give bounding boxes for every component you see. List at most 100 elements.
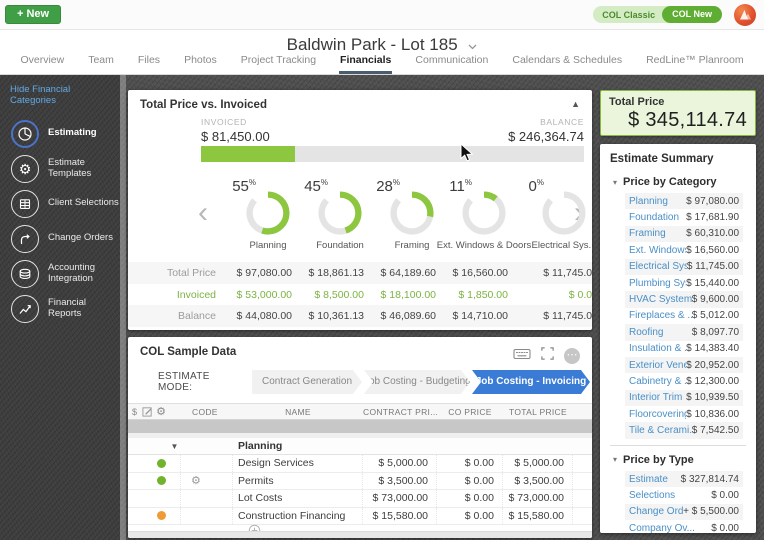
fullscreen-icon[interactable] [540,346,555,366]
summary-item-link[interactable]: Cabinetry & ... [629,376,686,387]
tab-photos[interactable]: Photos [183,54,218,74]
summary-item-value: $ 327,814.74 [680,473,739,485]
summary-item-link[interactable]: Framing [629,228,666,239]
sidebar-item-change-orders[interactable]: Change Orders [0,221,120,256]
comparison-value: $ 64,189.60 [380,266,436,279]
code-cell [181,455,233,472]
content-scrollbar[interactable] [120,75,126,540]
sidebar-item-label: Estimate Templates [48,157,92,179]
summary-item-link[interactable]: Foundation [629,212,679,223]
column-header-name[interactable]: NAME [233,407,363,417]
group-row-planning[interactable]: ▼ Planning [128,438,592,455]
price-column-icon[interactable]: $ [128,404,141,419]
tab-team[interactable]: Team [87,54,115,74]
summary-item-link[interactable]: Ext. Windows... [629,245,686,256]
item-name: Lot Costs [233,490,363,507]
summary-item-link[interactable]: Company Ov... [629,523,695,533]
edit-column-icon[interactable] [141,404,154,419]
summary-item-link[interactable]: Plumbing Sys... [629,278,686,289]
summary-item-link[interactable]: Floorcovering [629,409,686,420]
summary-item-link[interactable]: Change Orders [629,506,683,517]
horizontal-scrollbar[interactable] [128,531,592,538]
table-scroll-band[interactable] [128,420,592,433]
summary-row-foundation: Foundation $ 17,681.90 [625,209,743,225]
summary-item-value: $ 0.00 [711,522,739,533]
sidebar-item-estimating[interactable]: Estimating [0,116,120,151]
tab-calendars-schedules[interactable]: Calendars & Schedules [511,54,623,74]
column-header-contract-pri[interactable]: CONTRACT PRI... [363,407,437,417]
hide-financial-categories-link[interactable]: Hide Financial Categories [0,75,120,110]
summary-item-value: $ 5,012.00 [691,310,739,322]
col-view-toggle[interactable]: COL Classic COL New [593,6,722,23]
summary-item-link[interactable]: Fireplaces & ... [629,310,692,321]
more-options-icon[interactable]: ⋯ [564,348,580,364]
collapse-panel-icon[interactable]: ▲ [571,99,580,109]
tab-overview[interactable]: Overview [19,54,65,74]
table-row-design-services[interactable]: Design Services $ 5,000.00 $ 0.00 $ 5,000.0… [128,455,592,473]
project-dropdown-chevron-icon[interactable] [468,35,477,55]
co-price: $ 0.00 [437,472,503,489]
column-header-co-price[interactable]: CO PRICE [437,407,503,417]
carousel-prev-icon[interactable]: ‹ [198,198,208,228]
estimate-mode-step-job-costing-invoicing[interactable]: Job Costing - Invoicing [472,370,590,394]
tab-communication[interactable]: Communication [414,54,489,74]
toggle-option-new[interactable]: COL New [662,6,722,23]
keyboard-icon[interactable] [513,347,531,366]
comparison-value: $ 1,850.00 [458,288,508,301]
panel-title: Total Price vs. Invoiced [140,99,267,111]
summary-item-link[interactable]: HVAC System [629,294,692,305]
comparison-value: $ 14,710.00 [452,310,508,323]
new-button[interactable]: + New [5,5,62,24]
summary-item-link[interactable]: Insulation & ... [629,343,686,354]
category-label: Framing [394,240,430,251]
toggle-option-classic[interactable]: COL Classic [602,10,655,20]
row-gear-icon[interactable]: ⚙ [181,474,201,487]
category-label: Planning [249,240,287,251]
tab-financials[interactable]: Financials [339,54,393,74]
group-collapse-caret[interactable]: ▼ [168,442,181,451]
code-cell [181,507,233,524]
summary-item-link[interactable]: Exterior Vene... [629,360,686,371]
summary-item-link[interactable]: Electrical Sys... [629,261,687,272]
sidebar-item-client-selections[interactable]: Client Selections [0,186,120,221]
sidebar-item-accounting-integration[interactable]: Accounting Integration [0,256,120,291]
summary-item-link[interactable]: Estimate [629,474,668,485]
section-header-price-by-type[interactable]: ▾ Price by Type [600,448,756,470]
summary-item-link[interactable]: Roofing [629,327,663,338]
comparison-value: $ 97,080.00 [236,266,292,279]
summary-item-link[interactable]: Interior Trim ... [629,392,686,403]
table-row-permits[interactable]: ⚙ Permits $ 3,500.00 $ 0.00 $ 3,500.00 [128,472,592,490]
summary-item-link[interactable]: Tile & Cerami... [629,425,692,436]
summary-item-link[interactable]: Selections [629,490,675,501]
settings-column-icon[interactable]: ⚙ [154,404,168,419]
summary-item-value: $ 9,600.00 [691,294,739,306]
tab-redline-planroom[interactable]: RedLine™ Planroom [645,54,744,74]
summary-row-ext-windows: Ext. Windows...$ 16,560.00 [625,242,743,258]
total-price: $ 5,000.00 [503,455,573,472]
section-rows: Estimate $ 327,814.74 Selections $ 0.00 Chan… [625,470,743,533]
section-header-price-by-category[interactable]: ▾ Price by Category [600,170,756,192]
status-dot [154,508,168,525]
estimate-mode-step-contract-generation[interactable]: Contract Generation [252,370,362,394]
comparison-value: $ 0.00 [568,288,592,301]
section-collapse-caret[interactable]: ▾ [613,455,617,464]
column-header-total-price[interactable]: TOTAL PRICE [503,407,573,417]
section-divider [610,444,746,446]
estimate-data-table: $ ⚙ CODE NAME CONTRACT PRI... CO PRICE TOTAL P… [128,403,592,538]
tab-files[interactable]: Files [137,54,161,74]
category-label: Ext. Windows & Doors [436,240,532,251]
donut-chart [389,190,435,236]
pie-chart-icon [11,119,39,148]
invoiced-progress-bar [201,146,584,162]
sidebar-item-estimate-templates[interactable]: ⚙ Estimate Templates [0,151,120,186]
sidebar-item-financial-reports[interactable]: Financial Reports [0,291,120,326]
column-header-code[interactable]: CODE [181,407,233,417]
table-row-lot-costs[interactable]: Lot Costs $ 73,000.00 $ 0.00 $ 73,000.00 [128,490,592,508]
tab-project-tracking[interactable]: Project Tracking [240,54,317,74]
summary-item-link[interactable]: Planning [629,196,668,207]
section-collapse-caret[interactable]: ▾ [613,178,617,187]
table-row-construction-financing[interactable]: Construction Financing $ 15,580.00 $ 0.00 $… [128,507,592,525]
estimate-mode-step-job-costing-budgeting[interactable]: Job Costing - Budgeting [364,370,470,394]
summary-item-value: $ 60,310.00 [686,228,739,240]
flame-logo-icon[interactable] [734,4,756,26]
